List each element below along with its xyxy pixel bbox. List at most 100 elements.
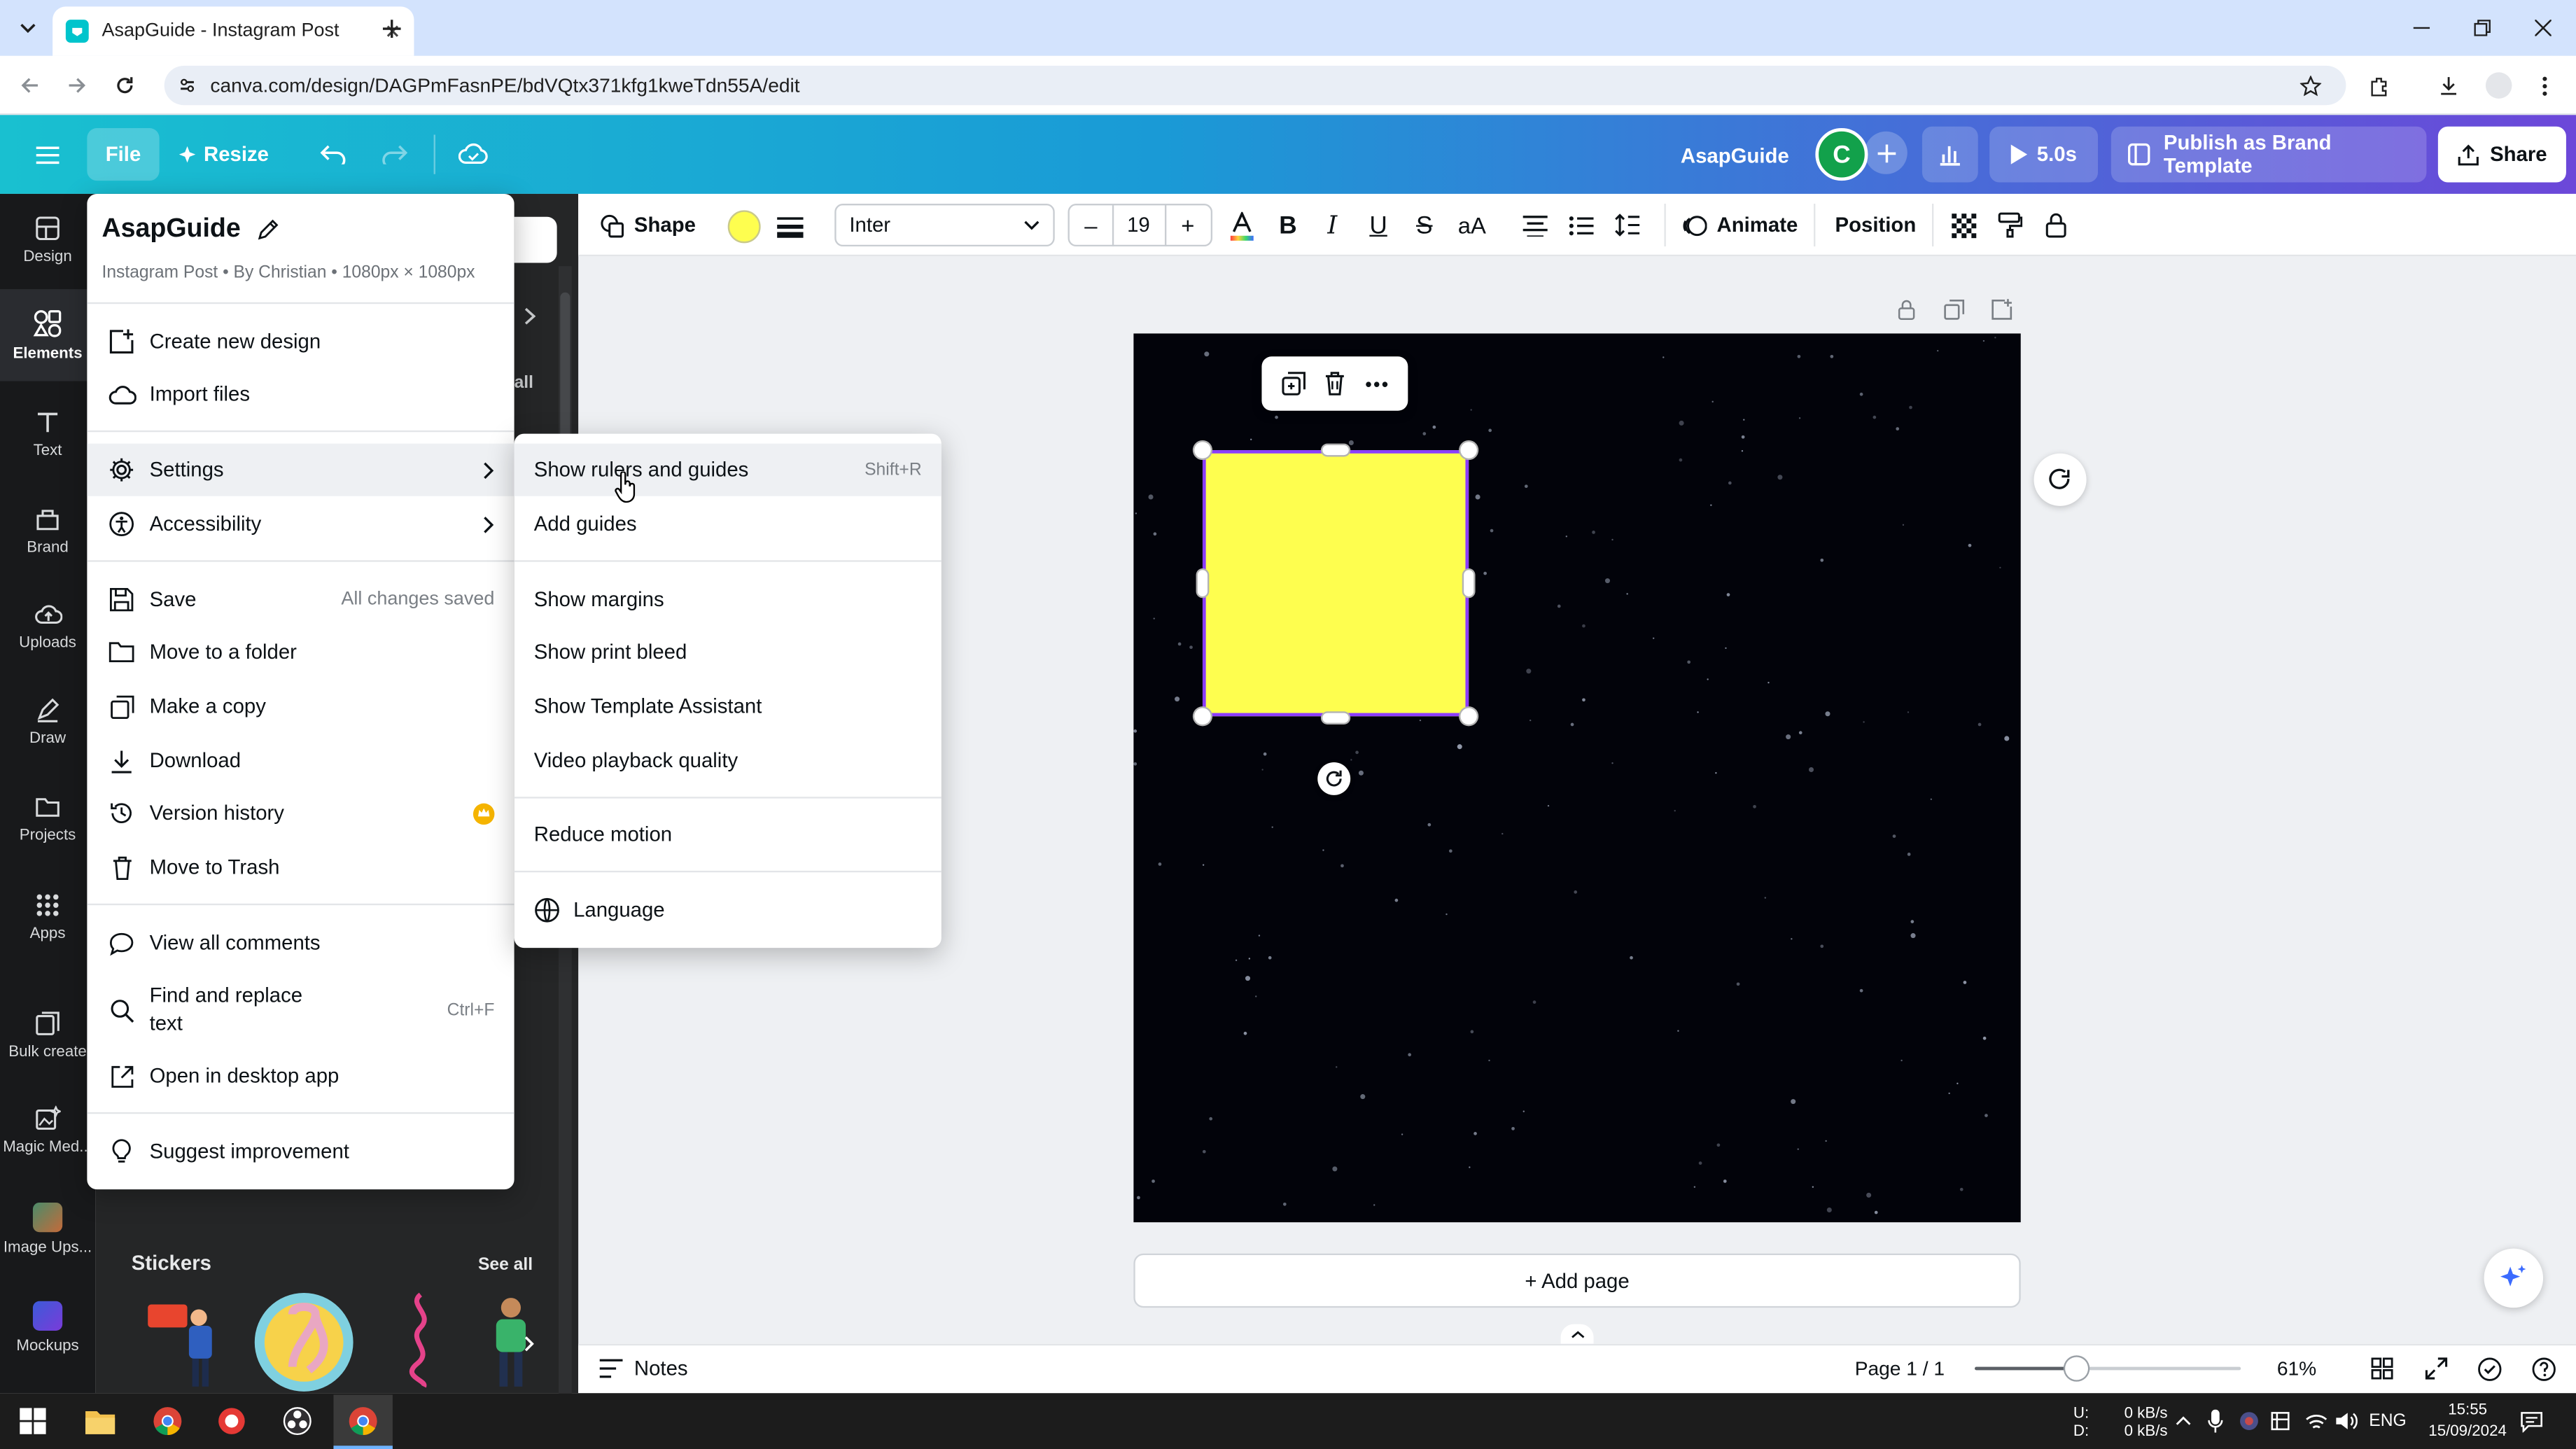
- resize-handle-bottom-left[interactable]: [1194, 708, 1211, 724]
- bullet-list-icon[interactable]: [1566, 210, 1595, 239]
- minimize-window-icon[interactable]: [2409, 16, 2435, 39]
- animate-button[interactable]: Animate: [1682, 210, 1798, 239]
- extensions-icon[interactable]: [2366, 72, 2393, 99]
- add-page-icon[interactable]: [1988, 295, 2015, 322]
- insights-button[interactable]: [1921, 126, 1978, 183]
- chrome-active-icon[interactable]: [345, 1403, 382, 1439]
- menu-item-accessibility[interactable]: Accessibility: [87, 498, 514, 550]
- site-info-icon[interactable]: [176, 74, 199, 97]
- help-icon[interactable]: [2530, 1355, 2556, 1382]
- submenu-item-reduce-motion[interactable]: Reduce motion: [514, 808, 941, 861]
- bold-icon[interactable]: B: [1275, 210, 1301, 239]
- main-menu-icon[interactable]: [31, 139, 64, 169]
- menu-item-move-to-folder[interactable]: Move to a folder: [87, 626, 514, 678]
- input-language[interactable]: ENG: [2369, 1411, 2406, 1431]
- zoom-percentage[interactable]: 61%: [2277, 1354, 2316, 1383]
- submenu-item-show-rulers[interactable]: Show rulers and guides Shift+R: [514, 443, 941, 496]
- rail-item-mockups[interactable]: Mockups: [0, 1282, 95, 1373]
- submenu-item-language[interactable]: Language: [514, 884, 941, 937]
- text-color-icon[interactable]: [1226, 209, 1259, 245]
- wifi-icon[interactable]: [2303, 1410, 2330, 1433]
- more-options-icon[interactable]: [1366, 380, 1389, 386]
- show-pages-chevron-icon[interactable]: [1560, 1324, 1594, 1344]
- menu-item-import-files[interactable]: Import files: [87, 368, 514, 421]
- windows-start-icon[interactable]: [15, 1403, 51, 1439]
- chrome-icon[interactable]: [150, 1403, 186, 1439]
- rail-item-brand[interactable]: Brand: [0, 484, 95, 576]
- tray-network-device-icon[interactable]: [2269, 1410, 2292, 1433]
- rail-item-projects[interactable]: Projects: [0, 772, 95, 864]
- clock[interactable]: 15:55 15/09/2024: [2421, 1400, 2513, 1443]
- microphone-icon[interactable]: [2203, 1408, 2226, 1434]
- share-button[interactable]: Share: [2437, 126, 2566, 183]
- check-feedback-icon[interactable]: [2476, 1355, 2502, 1382]
- menu-item-create-new-design[interactable]: Create new design: [87, 316, 514, 368]
- panel-scroll-right-icon[interactable]: [516, 302, 542, 329]
- rail-item-magic-media[interactable]: Magic Med...: [0, 1084, 95, 1176]
- profile-avatar[interactable]: [2485, 72, 2512, 99]
- project-name[interactable]: AsapGuide: [1681, 141, 1789, 171]
- resize-handle-top-left[interactable]: [1194, 442, 1211, 458]
- font-size-input[interactable]: 19: [1117, 210, 1160, 239]
- menu-item-find-replace[interactable]: Find and replace text Ctrl+F: [87, 981, 514, 1040]
- undo-icon[interactable]: [317, 138, 350, 171]
- sticker-pink-ribbon[interactable]: [394, 1292, 443, 1390]
- play-button[interactable]: 5.0s: [1989, 126, 2099, 183]
- page-lock-icon[interactable]: [1893, 295, 1919, 322]
- letter-case-icon[interactable]: aA: [1454, 210, 1490, 239]
- menu-item-version-history[interactable]: Version history: [87, 787, 514, 839]
- user-avatar[interactable]: C: [1815, 128, 1868, 181]
- submenu-item-show-print-bleed[interactable]: Show print bleed: [514, 626, 941, 678]
- menu-item-open-desktop-app[interactable]: Open in desktop app: [87, 1050, 514, 1102]
- sticker-delivery-person[interactable]: [145, 1294, 227, 1390]
- menu-item-suggest-improvement[interactable]: Suggest improvement: [87, 1126, 514, 1178]
- tray-chevron-up-icon[interactable]: [2172, 1410, 2195, 1433]
- new-tab-icon[interactable]: [378, 15, 405, 41]
- obs-studio-icon[interactable]: [279, 1403, 316, 1439]
- border-style-icon[interactable]: [772, 210, 808, 243]
- resize-handle-right[interactable]: [1464, 570, 1474, 596]
- file-explorer-icon[interactable]: [82, 1403, 118, 1439]
- position-button[interactable]: Position: [1835, 210, 1917, 239]
- rail-item-image-upscaler[interactable]: Image Ups...: [0, 1183, 95, 1275]
- close-window-icon[interactable]: [2530, 16, 2556, 39]
- resize-handle-bottom-right[interactable]: [1460, 708, 1477, 724]
- sticker-suicide-prevention-day[interactable]: [250, 1292, 358, 1394]
- menu-item-make-copy[interactable]: Make a copy: [87, 680, 514, 733]
- duplicate-element-icon[interactable]: [1281, 371, 1306, 396]
- reload-icon[interactable]: [112, 72, 139, 99]
- grid-view-icon[interactable]: [2369, 1355, 2395, 1382]
- bookmark-star-icon[interactable]: [2297, 72, 2323, 99]
- screen-recorder-icon[interactable]: [214, 1403, 250, 1439]
- italic-icon[interactable]: I: [1320, 210, 1346, 239]
- rail-item-bulk-create[interactable]: Bulk create: [0, 989, 95, 1081]
- resize-handle-top[interactable]: [1322, 445, 1349, 456]
- resize-button[interactable]: Resize: [178, 139, 269, 169]
- volume-icon[interactable]: [2333, 1410, 2360, 1433]
- browser-menu-icon[interactable]: [2533, 72, 2556, 99]
- downloads-icon[interactable]: [2435, 72, 2461, 99]
- submenu-item-video-quality[interactable]: Video playback quality: [514, 734, 941, 787]
- file-menu-title[interactable]: AsapGuide: [102, 214, 281, 246]
- rail-item-draw[interactable]: Draw: [0, 676, 95, 767]
- text-align-icon[interactable]: [1520, 210, 1549, 239]
- file-menu-button[interactable]: File: [87, 128, 160, 181]
- strikethrough-icon[interactable]: S: [1411, 210, 1438, 239]
- cloud-saved-icon[interactable]: [455, 136, 491, 169]
- font-family-select[interactable]: Inter: [834, 204, 1055, 247]
- rail-item-apps[interactable]: Apps: [0, 871, 95, 962]
- edit-pencil-icon[interactable]: [257, 218, 280, 241]
- notifications-icon[interactable]: [2517, 1408, 2547, 1434]
- magic-assistant-sparkle-icon[interactable]: [2484, 1248, 2544, 1308]
- line-spacing-icon[interactable]: [1611, 210, 1641, 239]
- redo-icon[interactable]: [378, 138, 411, 171]
- publish-brand-template-button[interactable]: Publish as Brand Template: [2110, 126, 2427, 183]
- refresh-suggestion-icon[interactable]: [2033, 453, 2087, 506]
- selected-yellow-square[interactable]: [1202, 450, 1469, 717]
- underline-icon[interactable]: U: [1365, 210, 1392, 239]
- invite-plus-icon[interactable]: [1864, 131, 1907, 174]
- restore-window-icon[interactable]: [2469, 16, 2496, 39]
- panel-search-input-edge[interactable]: [514, 216, 557, 263]
- duplicate-page-icon[interactable]: [1940, 295, 1967, 322]
- copy-style-icon[interactable]: [1994, 210, 2024, 239]
